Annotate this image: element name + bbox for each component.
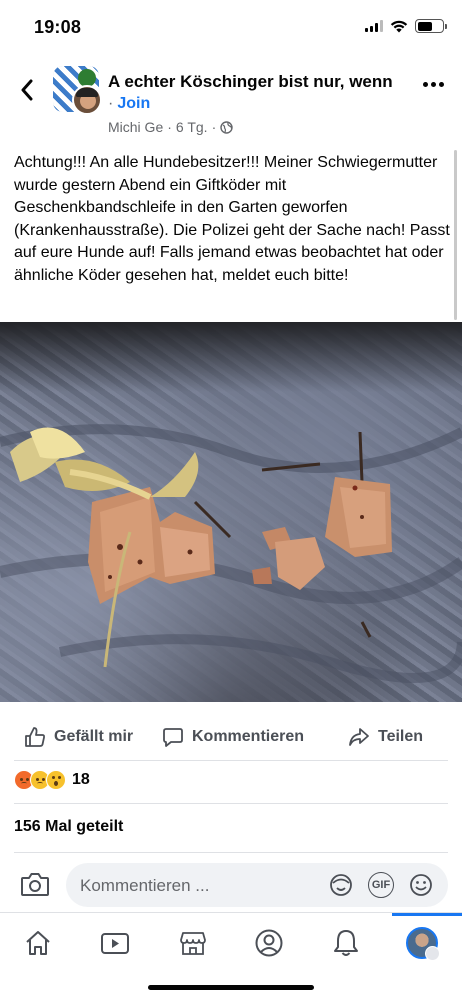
author-avatar[interactable] [72, 85, 102, 115]
status-time: 19:08 [34, 17, 82, 37]
comment-input[interactable]: Kommentieren ... GIF [66, 863, 448, 907]
tab-notifications[interactable] [330, 927, 362, 959]
post-header: A echter Köschinger bist nur, wenn · Join… [0, 60, 462, 142]
profile-icon [255, 929, 283, 957]
bell-icon [334, 930, 358, 956]
share-arrow-icon [349, 728, 369, 746]
comment-bar: Kommentieren ... GIF [0, 860, 462, 912]
join-label[interactable]: Join [117, 95, 150, 112]
divider [14, 852, 448, 853]
back-button[interactable] [14, 76, 40, 104]
battery-icon [415, 19, 447, 33]
group-name[interactable]: A echter Köschinger bist nur, wenn [108, 72, 393, 92]
chevron-left-icon [21, 79, 33, 101]
video-icon [101, 933, 129, 954]
author-name[interactable]: Michi Ge [108, 119, 163, 135]
share-count[interactable]: 156 Mal geteilt [14, 818, 123, 836]
comment-icon [163, 728, 183, 747]
post-text: Achtung!!! An alle Hundebesitzer!!! Mein… [14, 154, 450, 284]
comment-button[interactable]: Kommentieren [162, 726, 304, 748]
separator-dot: · [167, 119, 172, 135]
comment-label: Kommentieren [192, 728, 305, 745]
reactions-summary[interactable]: 18 [14, 770, 90, 790]
camera-icon [21, 873, 49, 896]
post-actions: Gefällt mir Kommentieren Teilen [0, 714, 462, 760]
bait-photo-content [0, 424, 462, 683]
menu-icon [425, 946, 440, 961]
share-button[interactable]: Teilen [348, 726, 423, 748]
gif-button[interactable]: GIF [368, 872, 394, 898]
tab-home[interactable] [22, 927, 54, 959]
divider [14, 803, 448, 804]
camera-button[interactable] [20, 870, 52, 900]
tab-video[interactable] [99, 927, 131, 959]
tab-menu-avatar[interactable] [406, 927, 440, 961]
tab-profile[interactable] [253, 927, 285, 959]
more-options-button[interactable] [423, 82, 444, 87]
divider [14, 760, 448, 761]
comment-placeholder: Kommentieren ... [80, 876, 210, 895]
like-button[interactable]: Gefällt mir [24, 726, 133, 748]
share-label: Teilen [378, 728, 424, 745]
post-photo[interactable] [0, 322, 462, 702]
join-link[interactable]: · Join [108, 95, 150, 113]
status-bar: 19:08 [0, 0, 462, 54]
globe-icon [220, 120, 233, 134]
home-indicator [148, 985, 314, 990]
like-label: Gefällt mir [54, 728, 134, 745]
wifi-icon [390, 20, 408, 32]
post-meta: Michi Ge · 6 Tg. · [108, 119, 233, 135]
post-age: 6 Tg. [175, 119, 208, 135]
scrollbar[interactable] [454, 150, 457, 320]
reaction-count: 18 [72, 771, 90, 788]
bottom-tab-bar [0, 912, 462, 972]
marketplace-icon [180, 932, 206, 955]
separator-dot: · [211, 119, 217, 135]
status-icons [365, 19, 447, 33]
thumbs-up-icon [25, 727, 45, 747]
active-tab-indicator [392, 913, 462, 916]
avatar-sticker-icon[interactable] [328, 872, 354, 898]
tab-marketplace[interactable] [177, 927, 209, 959]
home-icon [26, 931, 50, 955]
wow-reaction-icon [46, 770, 66, 790]
separator-dot: · [108, 95, 114, 112]
emoji-icon[interactable] [408, 872, 434, 898]
cellular-signal-icon [365, 20, 383, 32]
